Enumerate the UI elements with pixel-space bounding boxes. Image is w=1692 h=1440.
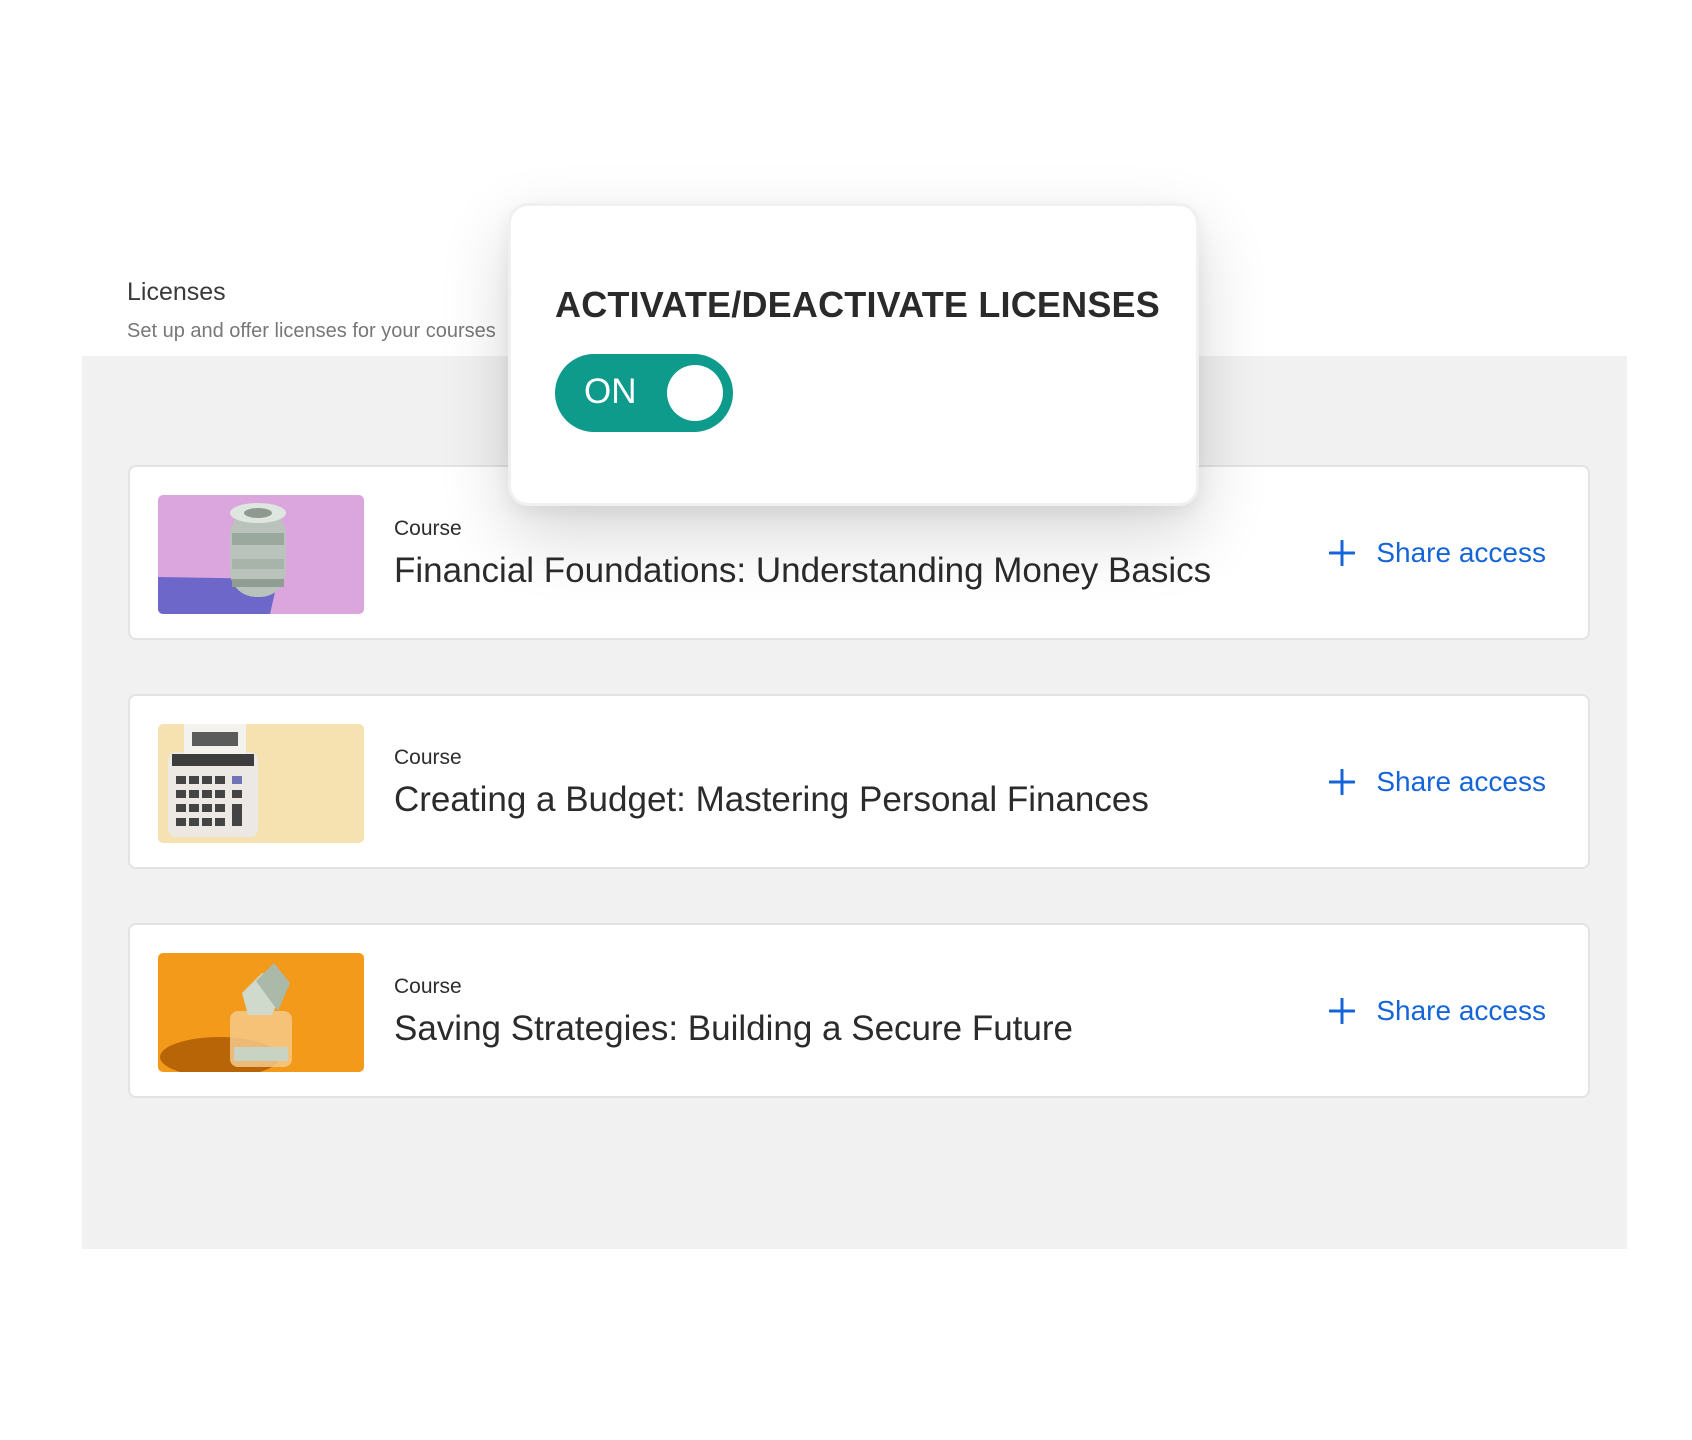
license-toggle-dialog: ACTIVATE/DEACTIVATE LICENSES ON	[508, 203, 1199, 506]
plus-icon	[1329, 769, 1356, 795]
course-card: Course Creating a Budget: Mastering Pers…	[128, 694, 1590, 869]
share-access-label: Share access	[1376, 766, 1546, 797]
plus-icon	[1329, 998, 1356, 1024]
share-access-label: Share access	[1376, 995, 1546, 1026]
license-toggle-switch[interactable]: ON	[555, 354, 733, 432]
course-type-label: Course	[394, 975, 462, 998]
share-access-label: Share access	[1376, 537, 1546, 568]
money-roll-icon	[158, 495, 364, 614]
share-access-button[interactable]: Share access	[1329, 995, 1546, 1027]
course-thumbnail-calculator	[158, 724, 364, 843]
licenses-page: Licenses Set up and offer licenses for y…	[0, 0, 1692, 1440]
toggle-knob	[667, 365, 723, 421]
money-jar-icon	[158, 953, 364, 1072]
course-type-label: Course	[394, 746, 462, 769]
course-title: Financial Foundations: Understanding Mon…	[394, 551, 1212, 590]
calculator-icon	[158, 724, 364, 843]
course-card: Course Saving Strategies: Building a Sec…	[128, 923, 1590, 1098]
course-title: Creating a Budget: Mastering Personal Fi…	[394, 780, 1149, 819]
share-access-button[interactable]: Share access	[1329, 766, 1546, 798]
page-title: Licenses	[127, 278, 226, 306]
plus-icon	[1329, 540, 1356, 566]
course-type-label: Course	[394, 517, 462, 540]
course-thumbnail-money-roll	[158, 495, 364, 614]
dialog-title: ACTIVATE/DEACTIVATE LICENSES	[555, 284, 1160, 325]
page-subtitle: Set up and offer licenses for your cours…	[127, 320, 496, 342]
toggle-state-label: ON	[584, 372, 637, 411]
course-thumbnail-money-jar	[158, 953, 364, 1072]
course-title: Saving Strategies: Building a Secure Fut…	[394, 1009, 1073, 1048]
share-access-button[interactable]: Share access	[1329, 537, 1546, 569]
